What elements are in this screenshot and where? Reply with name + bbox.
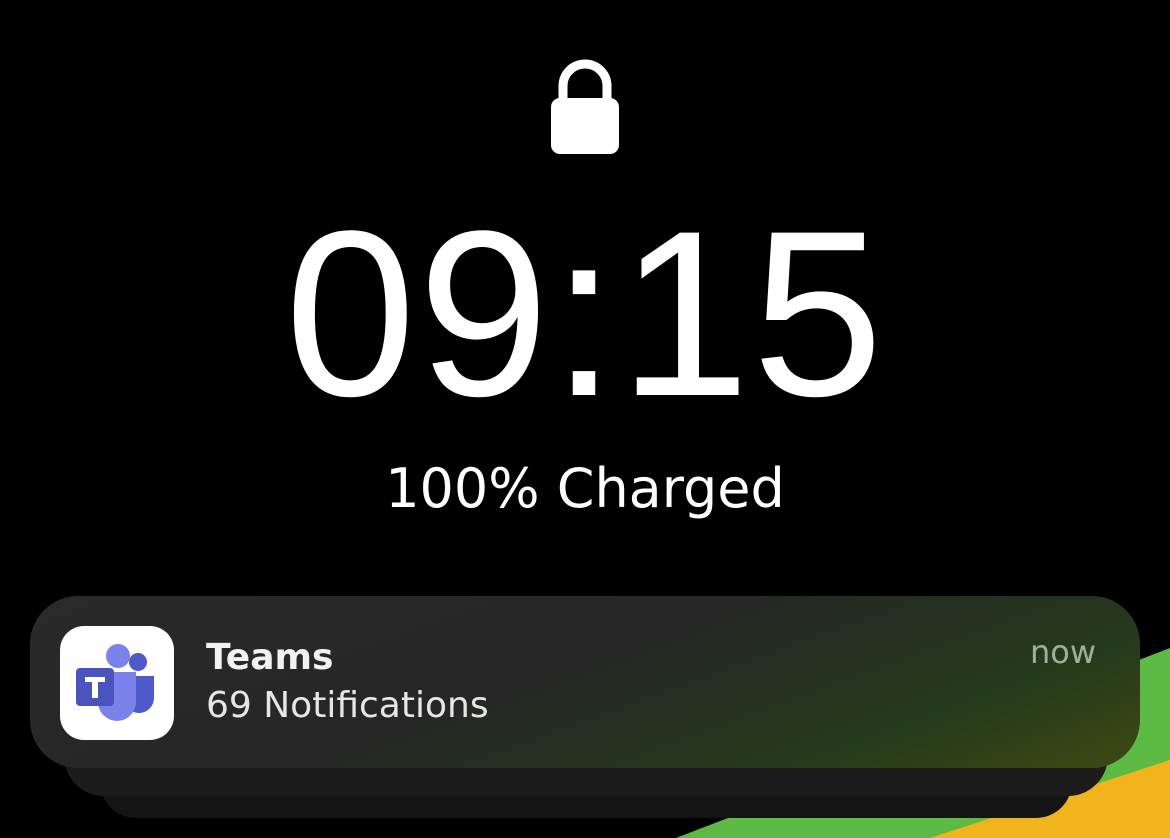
lock-icon — [551, 59, 619, 154]
microsoft-teams-icon — [60, 626, 174, 740]
lock-screen: 09:15 100% Charged Teams 69 Notification… — [0, 0, 1170, 838]
notification-app-name: Teams — [206, 637, 334, 678]
clock-time: 09:15 — [284, 182, 886, 446]
notification-card[interactable]: Teams 69 Notifications now — [30, 596, 1140, 768]
notification-timestamp: now — [1029, 633, 1096, 671]
notification-message: 69 Notifications — [206, 685, 489, 726]
battery-status: 100% Charged — [385, 457, 785, 520]
